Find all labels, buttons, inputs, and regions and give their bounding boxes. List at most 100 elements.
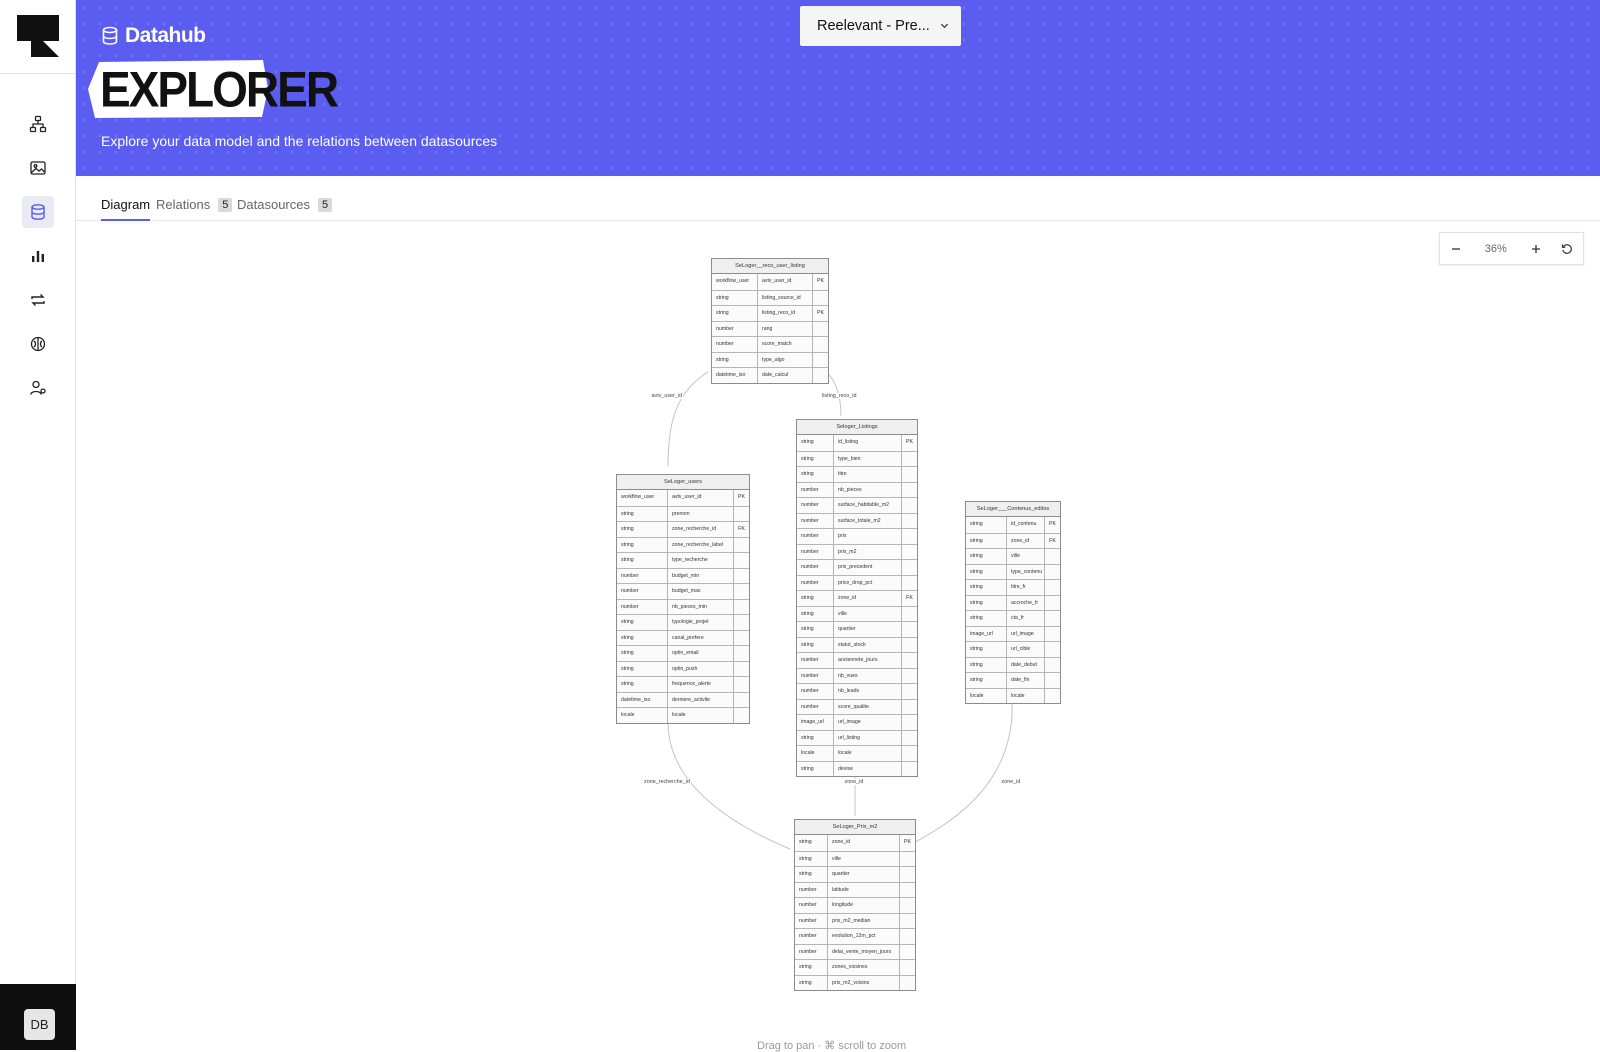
field-type: string — [801, 641, 814, 648]
field-key — [1044, 549, 1060, 564]
er-field-row: number prix_m2 — [797, 543, 917, 559]
tab-count-badge: 5 — [218, 197, 233, 212]
er-table[interactable]: SeLoger_Prix_m2 string zone_id PK string vill… — [794, 819, 916, 991]
field-type: string — [799, 979, 812, 986]
field-type: string — [621, 650, 634, 656]
field-key — [901, 560, 917, 575]
field-key — [901, 482, 917, 497]
er-field-row: string zone_id FK — [966, 532, 1060, 548]
field-name: ville — [827, 851, 899, 866]
field-type: string — [970, 553, 983, 559]
er-field-row: string optin_email — [617, 645, 749, 661]
er-field-row: string id_contenu PK — [966, 517, 1060, 533]
field-type: number — [801, 548, 819, 555]
er-field-row: string ville — [795, 850, 915, 866]
field-key — [899, 867, 915, 882]
relation-label: zone_recherche_id — [643, 779, 691, 785]
field-name: canal_prefere — [667, 630, 733, 645]
field-name: url_cible — [1006, 642, 1044, 657]
sync-icon — [31, 294, 45, 306]
er-field-row: string type_recherche — [617, 552, 749, 568]
nav-users[interactable] — [22, 372, 54, 404]
er-field-row: string prix_m2_voisins — [795, 974, 915, 990]
er-field-row: string statut_stock — [797, 636, 917, 652]
tab-relations[interactable]: Relations 5 — [156, 197, 233, 212]
er-field-row: number longitude — [795, 897, 915, 913]
field-name: locale — [833, 746, 901, 761]
zoom-in-button[interactable] — [1520, 233, 1552, 264]
er-field-row: string canal_prefere — [617, 629, 749, 645]
er-field-row: string zone_recherche_id FK — [617, 521, 749, 537]
field-type: string — [801, 626, 814, 632]
field-type: workflow_user — [621, 494, 655, 500]
field-type: string — [621, 510, 634, 517]
field-type: string — [621, 526, 634, 532]
tab-diagram[interactable]: Diagram — [101, 197, 151, 221]
field-name: zone_id — [833, 591, 901, 606]
field-key — [1044, 580, 1060, 595]
field-name: evolution_12m_pct — [827, 929, 899, 944]
field-name: prenom — [667, 506, 733, 521]
field-key — [1044, 611, 1060, 626]
field-type: string — [621, 665, 634, 672]
er-field-row: locale locale — [797, 745, 917, 761]
app-logo[interactable] — [0, 0, 76, 74]
er-table[interactable]: SeLoger___Contenus_editos string id_conten… — [965, 501, 1061, 704]
field-type: string — [799, 871, 812, 877]
field-name: score_qualite — [833, 699, 901, 714]
er-field-row: number nb_leads — [797, 683, 917, 699]
zoom-out-button[interactable] — [1440, 233, 1472, 264]
tab-datasources[interactable]: Datasources 5 — [237, 197, 333, 212]
field-type: datetime_iso — [621, 696, 651, 703]
field-name: zone_id — [1006, 533, 1044, 548]
er-table-title: SeLoger__reco_user_listing — [712, 259, 828, 274]
field-name: score_match — [757, 337, 812, 352]
er-field-row: image_url url_image — [966, 625, 1060, 641]
field-key — [899, 851, 915, 866]
field-key — [1044, 626, 1060, 641]
field-name: nb_leads — [833, 684, 901, 699]
field-name: prix_precedent — [833, 560, 901, 575]
field-key — [901, 513, 917, 528]
relation-label: listing_reco_id — [821, 393, 858, 399]
er-table[interactable]: SeLoger_users workflow_user avtv_user_id PK… — [616, 474, 750, 724]
er-field-row: string accroche_fr — [966, 594, 1060, 610]
field-type: number — [799, 902, 817, 908]
field-key — [733, 692, 749, 707]
field-key: PK — [1044, 517, 1060, 533]
reset-icon — [1562, 243, 1573, 254]
field-key — [901, 699, 917, 714]
er-table[interactable]: Seloger_Listings string id_listing PK string… — [796, 419, 918, 777]
er-field-row: datetime_iso date_calcul — [712, 367, 828, 383]
field-name: type_bien — [833, 451, 901, 466]
field-name: surface_habitable_m2 — [833, 498, 901, 513]
field-type: number — [716, 325, 734, 332]
database-icon — [102, 26, 118, 45]
field-type: string — [801, 765, 814, 772]
field-type: string — [716, 356, 729, 363]
avatar[interactable]: DB — [24, 1009, 55, 1040]
diagram-canvas[interactable]: SeLoger__reco_user_listing workflow_user a… — [76, 222, 1600, 1050]
canvas-hint: Drag to pan · ⌘ scroll to zoom — [757, 1040, 907, 1052]
reset-view-button[interactable] — [1551, 233, 1583, 264]
field-type: workflow_user — [716, 278, 750, 284]
field-type: number — [621, 603, 639, 610]
nav-ai[interactable] — [22, 328, 54, 360]
nav-workflows[interactable] — [22, 108, 54, 140]
field-key — [733, 599, 749, 614]
field-key: FK — [1044, 533, 1060, 548]
field-type: string — [970, 646, 983, 652]
nav-datahub[interactable] — [22, 196, 54, 228]
field-type: string — [970, 584, 983, 590]
er-table[interactable]: SeLoger__reco_user_listing workflow_user a… — [711, 258, 829, 384]
field-key — [733, 584, 749, 599]
project-selector[interactable]: Reelevant - Pre... — [800, 6, 961, 46]
nav-analytics[interactable] — [22, 240, 54, 272]
nav-assets[interactable] — [22, 152, 54, 184]
field-key — [901, 498, 917, 513]
field-name: zones_voisines — [827, 960, 899, 975]
er-field-row: workflow_user avtv_user_id PK — [712, 274, 828, 290]
field-key — [901, 451, 917, 466]
er-field-row: string type_contenu — [966, 563, 1060, 579]
nav-sync[interactable] — [22, 284, 54, 316]
